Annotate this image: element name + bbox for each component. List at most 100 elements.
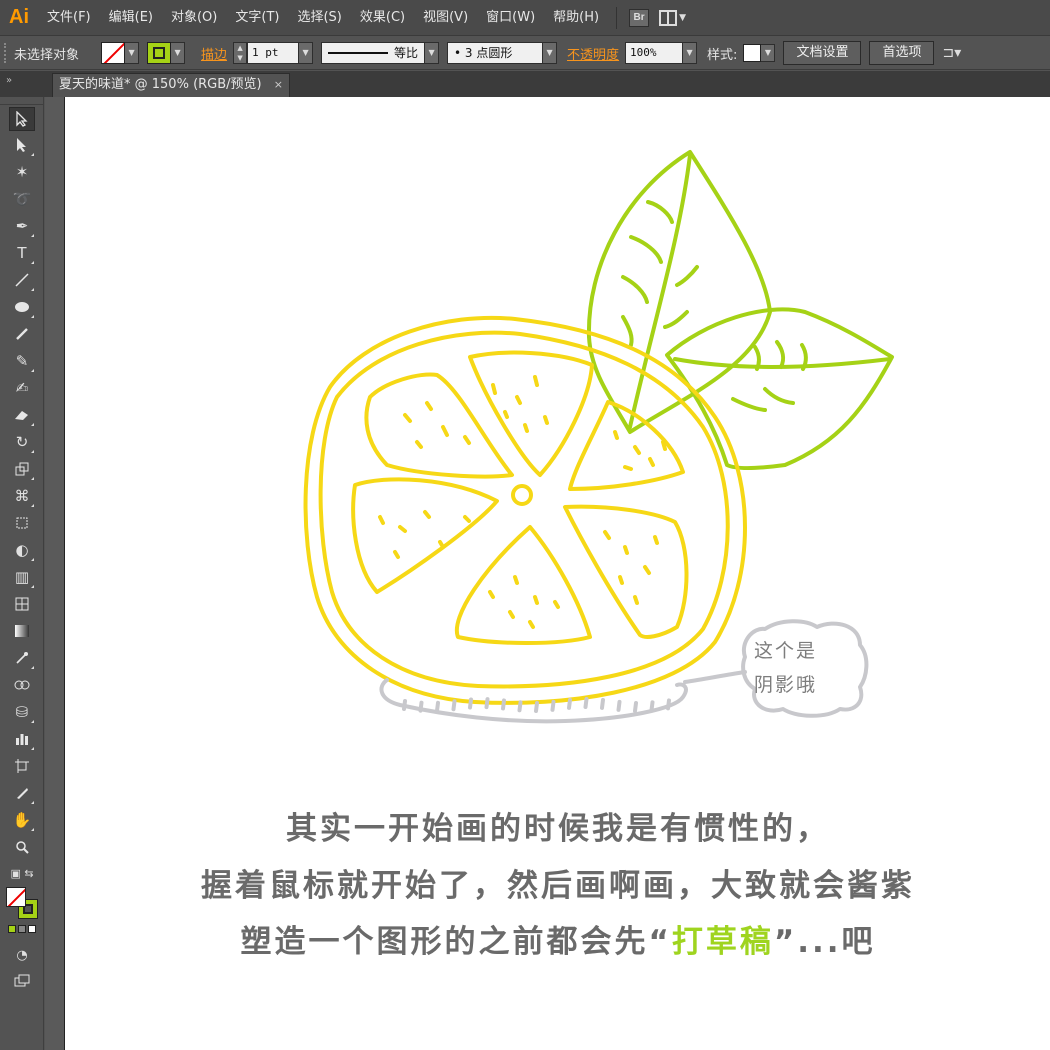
swap-fill-stroke-icon[interactable]: ▣ ⇆ xyxy=(4,861,40,885)
blend-tool-icon[interactable] xyxy=(9,673,35,697)
menu-help[interactable]: 帮助(H) xyxy=(544,0,608,36)
shape-builder-tool-icon[interactable]: ◐ xyxy=(9,538,35,562)
shadow-tick xyxy=(418,700,424,713)
selection-tool-icon[interactable] xyxy=(9,107,35,131)
stroke-square-icon xyxy=(153,47,166,59)
none-mode-icon[interactable] xyxy=(28,925,36,933)
stroke-swatch[interactable] xyxy=(147,42,172,64)
panel-menu-icon[interactable]: ⊐▾ xyxy=(942,45,961,61)
pulp-mark xyxy=(661,440,667,451)
pulp-mark xyxy=(523,423,529,433)
pulp-mark xyxy=(533,375,539,387)
stroke-panel-link[interactable]: 描边 xyxy=(201,44,227,63)
menu-select[interactable]: 选择(S) xyxy=(288,0,350,36)
artboard[interactable]: 这个是 阴影哦 其实一开始画的时候我是有惯性的， 握着鼠标就开始了，然后画啊画，… xyxy=(64,97,1050,1050)
free-transform-tool-icon[interactable] xyxy=(9,511,35,535)
brush-definition[interactable]: • 3 点圆形 xyxy=(447,42,544,64)
stroke-dropdown[interactable]: ▼ xyxy=(171,42,186,64)
stroke-weight-dropdown[interactable]: ▼ xyxy=(299,42,314,64)
width-tool-icon[interactable]: ⌘ xyxy=(9,484,35,508)
variable-width-profile[interactable]: 等比 xyxy=(321,42,426,64)
pulp-mark xyxy=(643,565,651,575)
canvas-area[interactable]: 这个是 阴影哦 其实一开始画的时候我是有惯性的， 握着鼠标就开始了，然后画啊画，… xyxy=(45,97,1050,1050)
menu-object[interactable]: 对象(O) xyxy=(162,0,226,36)
column-graph-tool-icon[interactable] xyxy=(9,727,35,751)
selection-status: 未选择对象 xyxy=(14,47,80,63)
menu-type[interactable]: 文字(T) xyxy=(226,0,288,36)
document-setup-button[interactable]: 文档设置 xyxy=(783,41,862,65)
shadow-tick xyxy=(402,699,407,711)
menu-file[interactable]: 文件(F) xyxy=(38,0,100,36)
style-dropdown[interactable]: ▼ xyxy=(761,44,776,62)
segment-2 xyxy=(468,350,594,477)
pulp-mark xyxy=(463,515,471,523)
eraser-tool-icon[interactable] xyxy=(9,403,35,427)
fill-dropdown[interactable]: ▼ xyxy=(125,42,140,64)
slice-tool-icon[interactable] xyxy=(9,781,35,805)
tools-panel-header[interactable] xyxy=(0,97,43,105)
brush-dropdown[interactable]: ▼ xyxy=(543,42,558,64)
pulp-mark xyxy=(553,600,560,609)
pen-tool-icon[interactable]: ✒ xyxy=(9,214,35,238)
paintbrush-tool-icon[interactable] xyxy=(9,322,35,346)
pulp-mark xyxy=(528,620,535,629)
lemon-rind-outer xyxy=(303,315,747,705)
leaf-front-vein-5 xyxy=(731,397,767,412)
stroke-weight-input[interactable]: 1 pt xyxy=(247,42,300,64)
type-tool-icon[interactable]: T xyxy=(9,241,35,265)
bridge-button[interactable]: Br xyxy=(629,8,650,27)
profile-dropdown[interactable]: ▼ xyxy=(425,42,440,64)
pulp-mark xyxy=(393,550,400,559)
preferences-button[interactable]: 首选项 xyxy=(869,41,935,65)
direct-selection-tool-icon[interactable] xyxy=(9,133,35,157)
screen-mode-icon[interactable] xyxy=(9,969,35,993)
opacity-panel-link[interactable]: 不透明度 xyxy=(567,44,619,63)
document-tab-bar: » 夏天的味道* @ 150% (RGB/预览) × xyxy=(0,71,1050,97)
fill-swatch[interactable] xyxy=(101,42,126,64)
rotate-tool-icon[interactable]: ↻ xyxy=(9,430,35,454)
grip-handle[interactable] xyxy=(4,43,10,63)
profile-label: 等比 xyxy=(394,46,419,60)
fill-stroke-widget[interactable] xyxy=(6,887,40,921)
pencil-tool-icon[interactable]: ✎ xyxy=(9,349,35,373)
symbol-sprayer-tool-icon[interactable]: ⛁ xyxy=(9,700,35,724)
zoom-tool-icon[interactable] xyxy=(9,835,35,859)
document-tab[interactable]: 夏天的味道* @ 150% (RGB/预览) × xyxy=(52,73,290,97)
menu-window[interactable]: 窗口(W) xyxy=(477,0,544,36)
line-tool-icon[interactable] xyxy=(9,268,35,292)
graphic-style-swatch[interactable] xyxy=(743,44,762,62)
artboard-tool-icon[interactable] xyxy=(9,754,35,778)
gradient-tool-icon[interactable] xyxy=(9,619,35,643)
lemon-illustration[interactable] xyxy=(65,97,1050,1050)
pulp-mark xyxy=(633,445,641,455)
pulp-mark xyxy=(488,590,495,599)
eyedropper-tool-icon[interactable] xyxy=(9,646,35,670)
blob-brush-tool-icon[interactable]: ✍ xyxy=(9,376,35,400)
color-mode-icon[interactable] xyxy=(8,925,16,933)
hand-tool-icon[interactable]: ✋ xyxy=(9,808,35,832)
close-icon[interactable]: × xyxy=(274,74,283,96)
stroke-weight-stepper[interactable]: ▲ ▼ xyxy=(233,42,248,64)
collapse-panels-icon[interactable]: » xyxy=(6,75,12,86)
shadow-tick xyxy=(600,697,605,710)
opacity-dropdown[interactable]: ▼ xyxy=(683,42,698,64)
scale-tool-icon[interactable] xyxy=(9,457,35,481)
gradient-mode-icon[interactable] xyxy=(18,925,26,933)
caption-line-3-pre: 塑造一个图形的之前都会先“ xyxy=(240,924,672,960)
menu-edit[interactable]: 编辑(E) xyxy=(100,0,162,36)
pulp-mark xyxy=(463,435,471,445)
magic-wand-tool-icon[interactable]: ✶ xyxy=(9,160,35,184)
mesh-tool-icon[interactable] xyxy=(9,592,35,616)
drawing-mode-icon[interactable]: ◔ xyxy=(9,943,35,967)
pulp-mark xyxy=(423,510,431,519)
lasso-tool-icon[interactable]: ➰ xyxy=(9,187,35,211)
perspective-grid-tool-icon[interactable]: ▥ xyxy=(9,565,35,589)
leaf-back-vein-2 xyxy=(629,235,663,264)
menu-view[interactable]: 视图(V) xyxy=(414,0,477,36)
workspace-switcher[interactable]: ▼ xyxy=(659,9,686,26)
menu-effect[interactable]: 效果(C) xyxy=(351,0,414,36)
opacity-input[interactable]: 100% xyxy=(625,42,684,64)
caption-line-1: 其实一开始画的时候我是有惯性的， xyxy=(286,811,830,847)
ellipse-tool-icon[interactable] xyxy=(9,295,35,319)
fill-color-box[interactable] xyxy=(6,887,26,907)
